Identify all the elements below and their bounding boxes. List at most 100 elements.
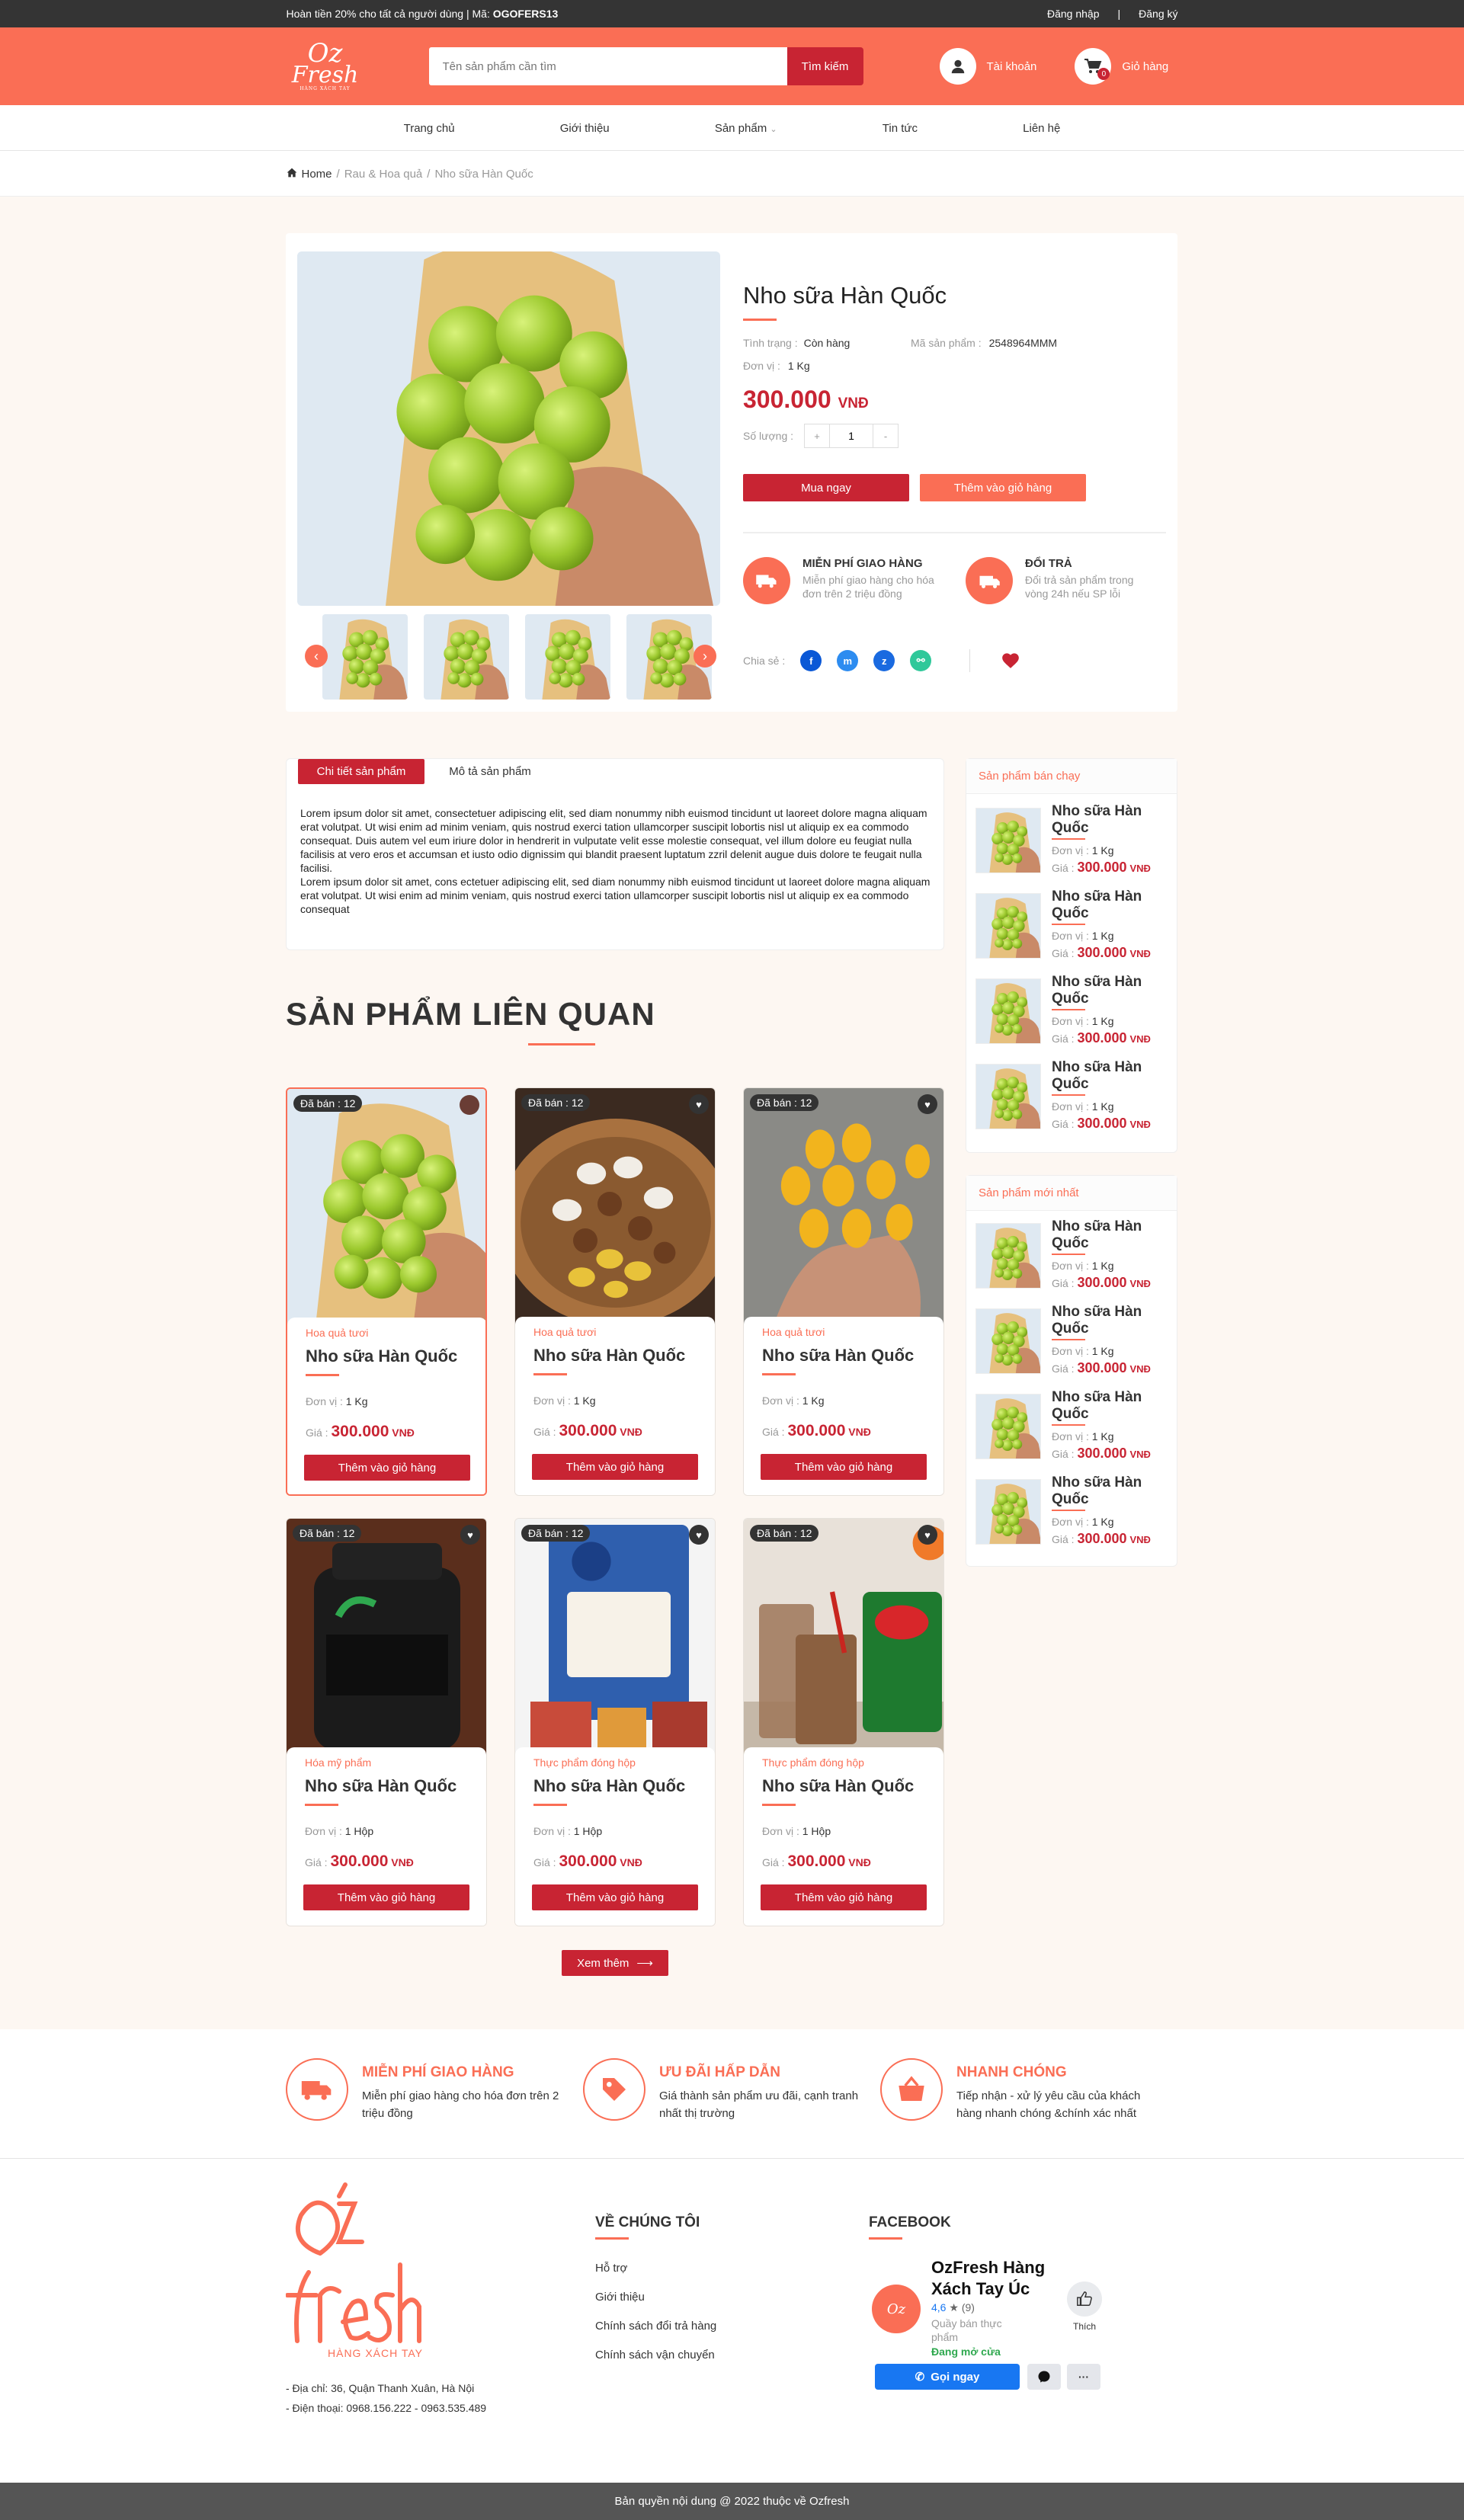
register-link[interactable]: Đăng ký [1139,8,1177,20]
sidebar-product-name[interactable]: Nho sữa Hàn Quốc [1052,803,1174,837]
sidebar-product-image[interactable] [975,1223,1041,1289]
product-category[interactable]: Hoa quả tươi [762,1326,825,1338]
fb-page-name[interactable]: OzFresh Hàng Xách Tay Úc [931,2257,1068,2300]
product-image[interactable] [515,1088,716,1332]
sidebar-product[interactable]: Nho sữa Hàn Quốc Đơn vị : 1 Kg Giá : 300… [975,889,1174,965]
product-card[interactable]: Đã bán : 12 ♥ Hoa quả tươi Nho sữa Hàn Q… [514,1087,716,1496]
sidebar-product[interactable]: Nho sữa Hàn Quốc Đơn vị : 1 Kg Giá : 300… [975,803,1174,879]
account-link[interactable]: Tài khoản [939,48,1036,85]
footer-link-returns[interactable]: Chính sách đổi trả hàng [595,2320,716,2333]
product-name[interactable]: Nho sữa Hàn Quốc [533,1776,685,1796]
thumbnail[interactable] [322,614,408,700]
heart-icon[interactable]: ♥ [689,1094,709,1114]
sidebar-product-image[interactable] [975,978,1041,1044]
breadcrumb-home[interactable]: Home [302,168,332,181]
fb-call-button[interactable]: ✆ Gọi ngay [875,2364,1020,2390]
facebook-icon[interactable]: f [800,650,822,671]
product-image[interactable] [287,1519,487,1763]
sidebar-product-name[interactable]: Nho sữa Hàn Quốc [1052,889,1174,922]
footer-link-support[interactable]: Hỗ trợ [595,2262,627,2275]
sidebar-product[interactable]: Nho sữa Hàn Quốc Đơn vị : 1 Kg Giá : 300… [975,1475,1174,1551]
thumbnail[interactable] [424,614,509,700]
footer-link-about[interactable]: Giới thiệu [595,2291,645,2304]
nav-home[interactable]: Trang chủ [404,122,455,135]
quantity-input[interactable] [829,424,874,447]
add-to-cart-button[interactable]: Thêm vào giỏ hàng [920,474,1086,501]
footer-link-shipping[interactable]: Chính sách vận chuyển [595,2349,715,2361]
product-name[interactable]: Nho sữa Hàn Quốc [762,1346,914,1366]
messenger-icon[interactable] [1027,2364,1061,2390]
zalo-icon[interactable]: z [873,650,895,671]
product-category[interactable]: Hoa quả tươi [533,1326,596,1338]
view-more-button[interactable]: Xem thêm ⟶ [562,1950,668,1976]
more-options-icon[interactable]: ··· [1067,2364,1100,2390]
thumbs-up-icon[interactable] [1067,2281,1102,2317]
quantity-decrease-button[interactable]: - [873,424,898,447]
product-name[interactable]: Nho sữa Hàn Quốc [533,1346,685,1366]
sidebar-product[interactable]: Nho sữa Hàn Quốc Đơn vị : 1 Kg Giá : 300… [975,974,1174,1050]
sidebar-product-name[interactable]: Nho sữa Hàn Quốc [1052,1389,1174,1423]
sidebar-product-name[interactable]: Nho sữa Hàn Quốc [1052,1304,1174,1337]
product-image[interactable] [287,1089,487,1333]
sidebar-product-name[interactable]: Nho sữa Hàn Quốc [1052,1475,1174,1508]
add-to-cart-button[interactable]: Thêm vào giỏ hàng [761,1884,927,1910]
sidebar-product-image[interactable] [975,1308,1041,1374]
heart-icon[interactable]: ♥ [918,1525,937,1545]
product-card[interactable]: Đã bán : 12 Hoa quả tươi Nho sữa Hàn Quố… [286,1087,487,1496]
chevron-right-icon[interactable]: › [694,645,716,668]
product-card[interactable]: Đã bán : 12 ♥ Thực phẩm đóng hộp Nho sữa… [743,1518,944,1926]
product-image[interactable] [744,1519,944,1763]
add-to-cart-button[interactable]: Thêm vào giỏ hàng [303,1884,469,1910]
sidebar-product[interactable]: Nho sữa Hàn Quốc Đơn vị : 1 Kg Giá : 300… [975,1304,1174,1380]
tab-detail[interactable]: Chi tiết sản phẩm [298,759,424,784]
sidebar-product-name[interactable]: Nho sữa Hàn Quốc [1052,1059,1174,1093]
add-to-cart-button[interactable]: Thêm vào giỏ hàng [761,1454,927,1480]
product-card[interactable]: Đã bán : 12 ♥ Hóa mỹ phẩm Nho sữa Hàn Qu… [286,1518,487,1926]
messenger-icon[interactable]: m [837,650,859,671]
footer-logo[interactable]: HÀNG XÁCH TAY [285,2181,431,2364]
product-card[interactable]: Đã bán : 12 ♥ Hoa quả tươi Nho sữa Hàn Q… [743,1087,944,1496]
tab-description[interactable]: Mô tả sản phẩm [433,759,547,784]
breadcrumb-category[interactable]: Rau & Hoa quả [344,168,423,181]
product-main-image[interactable] [297,251,720,606]
heart-icon[interactable] [460,1095,479,1115]
nav-products[interactable]: Sản phẩm ⌄ [715,122,777,135]
product-category[interactable]: Hóa mỹ phẩm [305,1756,371,1769]
product-category[interactable]: Thực phẩm đóng hộp [762,1756,864,1769]
add-to-cart-button[interactable]: Thêm vào giỏ hàng [532,1454,698,1480]
sidebar-product[interactable]: Nho sữa Hàn Quốc Đơn vị : 1 Kg Giá : 300… [975,1059,1174,1135]
login-link[interactable]: Đăng nhập [1047,8,1100,20]
product-name[interactable]: Nho sữa Hàn Quốc [762,1776,914,1796]
sidebar-product[interactable]: Nho sữa Hàn Quốc Đơn vị : 1 Kg Giá : 300… [975,1389,1174,1465]
nav-about[interactable]: Giới thiệu [560,122,610,135]
sidebar-product-image[interactable] [975,1064,1041,1129]
sidebar-product-name[interactable]: Nho sữa Hàn Quốc [1052,1218,1174,1252]
heart-icon[interactable]: ♥ [460,1525,480,1545]
add-to-cart-button[interactable]: Thêm vào giỏ hàng [304,1455,470,1481]
add-to-cart-button[interactable]: Thêm vào giỏ hàng [532,1884,698,1910]
sidebar-product-image[interactable] [975,808,1041,873]
search-input[interactable] [428,47,787,85]
product-name[interactable]: Nho sữa Hàn Quốc [305,1776,456,1796]
product-name[interactable]: Nho sữa Hàn Quốc [306,1346,457,1366]
heart-icon[interactable] [1001,651,1020,671]
cart-link[interactable]: 0 Giỏ hàng [1075,48,1168,85]
logo[interactable]: Oz Fresh HÀNG XÁCH TAY [292,37,359,96]
heart-icon[interactable]: ♥ [689,1525,709,1545]
sidebar-product-image[interactable] [975,1394,1041,1459]
search-button[interactable]: Tìm kiếm [786,47,863,85]
sidebar-product-image[interactable] [975,1479,1041,1545]
link-icon[interactable]: ⚯ [910,650,932,671]
quantity-increase-button[interactable]: + [805,424,829,447]
sidebar-product-name[interactable]: Nho sữa Hàn Quốc [1052,974,1174,1007]
nav-news[interactable]: Tin tức [883,122,918,135]
product-category[interactable]: Thực phẩm đóng hộp [533,1756,636,1769]
product-card[interactable]: Đã bán : 12 ♥ Thực phẩm đóng hộp Nho sữa… [514,1518,716,1926]
thumbnail[interactable] [525,614,610,700]
product-category[interactable]: Hoa quả tươi [306,1327,368,1339]
buy-now-button[interactable]: Mua ngay [743,474,909,501]
chevron-left-icon[interactable]: ‹ [305,645,328,668]
product-image[interactable] [515,1519,716,1763]
heart-icon[interactable]: ♥ [918,1094,937,1114]
product-image[interactable] [744,1088,944,1332]
